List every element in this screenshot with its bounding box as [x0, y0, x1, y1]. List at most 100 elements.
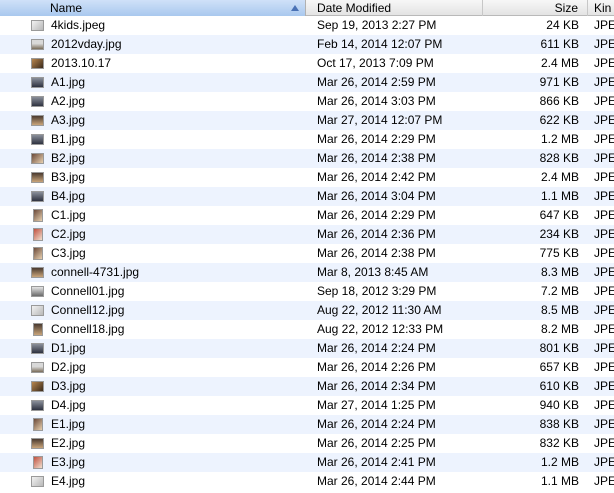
file-kind: JPE	[594, 18, 614, 32]
file-name: A3.jpg	[51, 113, 86, 127]
file-date-modified: Mar 26, 2014 2:29 PM	[317, 208, 436, 222]
file-kind: JPE	[594, 398, 614, 412]
file-list: 4kids.jpeg Sep 19, 2013 2:27 PM 24 KB JPE 20…	[0, 16, 614, 491]
image-thumbnail-icon	[31, 286, 44, 297]
file-date-modified: Mar 26, 2014 2:34 PM	[317, 379, 436, 393]
image-thumbnail-icon	[33, 228, 43, 241]
file-size: 2.4 MB	[540, 56, 579, 70]
file-row[interactable]: C1.jpg Mar 26, 2014 2:29 PM 647 KB JPE	[0, 206, 614, 225]
file-row[interactable]: E1.jpg Mar 26, 2014 2:24 PM 838 KB JPE	[0, 415, 614, 434]
file-row[interactable]: B4.jpg Mar 26, 2014 3:04 PM 1.1 MB JPE	[0, 187, 614, 206]
file-row[interactable]: Connell18.jpg Aug 22, 2012 12:33 PM 8.2 MB…	[0, 320, 614, 339]
file-name: B2.jpg	[51, 151, 86, 165]
file-row[interactable]: connell-4731.jpg Mar 8, 2013 8:45 AM 8.3 M…	[0, 263, 614, 282]
image-thumbnail-icon	[31, 267, 44, 278]
file-kind: JPE	[594, 208, 614, 222]
file-kind: JPE	[594, 265, 614, 279]
file-date-modified: Mar 26, 2014 2:44 PM	[317, 474, 436, 488]
file-row[interactable]: 4kids.jpeg Sep 19, 2013 2:27 PM 24 KB JPE	[0, 16, 614, 35]
image-thumbnail-icon	[31, 153, 44, 164]
column-header-size-label: Size	[554, 1, 578, 15]
file-size: 1.2 MB	[540, 455, 579, 469]
file-size: 801 KB	[539, 341, 579, 355]
image-thumbnail-icon	[31, 20, 44, 31]
file-name: D3.jpg	[51, 379, 86, 393]
file-name: 2012vday.jpg	[51, 37, 122, 51]
file-date-modified: Mar 26, 2014 2:41 PM	[317, 455, 436, 469]
file-row[interactable]: E4.jpg Mar 26, 2014 2:44 PM 1.1 MB JPE	[0, 472, 614, 491]
column-header-kind[interactable]: Kin	[588, 0, 614, 16]
file-row[interactable]: D4.jpg Mar 27, 2014 1:25 PM 940 KB JPE	[0, 396, 614, 415]
file-size: 828 KB	[539, 151, 579, 165]
column-header-size[interactable]: Size	[483, 0, 588, 16]
file-row[interactable]: 2013.10.17 Oct 17, 2013 7:09 PM 2.4 MB JPE	[0, 54, 614, 73]
file-kind: JPE	[594, 189, 614, 203]
file-date-modified: Mar 8, 2013 8:45 AM	[317, 265, 429, 279]
file-row[interactable]: D2.jpg Mar 26, 2014 2:26 PM 657 KB JPE	[0, 358, 614, 377]
file-row[interactable]: A1.jpg Mar 26, 2014 2:59 PM 971 KB JPE	[0, 73, 614, 92]
image-thumbnail-icon	[33, 418, 43, 431]
file-row[interactable]: B3.jpg Mar 26, 2014 2:42 PM 2.4 MB JPE	[0, 168, 614, 187]
image-thumbnail-icon	[31, 305, 44, 316]
file-size: 832 KB	[539, 436, 579, 450]
file-size: 8.2 MB	[540, 322, 579, 336]
file-size: 940 KB	[539, 398, 579, 412]
file-name: D1.jpg	[51, 341, 86, 355]
file-row[interactable]: Connell12.jpg Aug 22, 2012 11:30 AM 8.5 MB…	[0, 301, 614, 320]
file-kind: JPE	[594, 246, 614, 260]
file-size: 1.1 MB	[540, 189, 579, 203]
file-date-modified: Mar 26, 2014 2:42 PM	[317, 170, 436, 184]
file-date-modified: Sep 19, 2013 2:27 PM	[317, 18, 437, 32]
file-date-modified: Mar 26, 2014 2:25 PM	[317, 436, 436, 450]
file-name: B1.jpg	[51, 132, 86, 146]
file-kind: JPE	[594, 474, 614, 488]
file-date-modified: Oct 17, 2013 7:09 PM	[317, 56, 434, 70]
file-name: E1.jpg	[51, 417, 86, 431]
file-row[interactable]: C2.jpg Mar 26, 2014 2:36 PM 234 KB JPE	[0, 225, 614, 244]
file-name: Connell18.jpg	[51, 322, 125, 336]
file-row[interactable]: C3.jpg Mar 26, 2014 2:38 PM 775 KB JPE	[0, 244, 614, 263]
image-thumbnail-icon	[31, 400, 44, 411]
file-name: B4.jpg	[51, 189, 86, 203]
file-kind: JPE	[594, 417, 614, 431]
file-date-modified: Aug 22, 2012 12:33 PM	[317, 322, 444, 336]
image-thumbnail-icon	[31, 77, 44, 88]
file-size: 622 KB	[539, 113, 579, 127]
file-row[interactable]: A2.jpg Mar 26, 2014 3:03 PM 866 KB JPE	[0, 92, 614, 111]
file-row[interactable]: B1.jpg Mar 26, 2014 2:29 PM 1.2 MB JPE	[0, 130, 614, 149]
file-date-modified: Mar 26, 2014 2:24 PM	[317, 341, 436, 355]
file-date-modified: Mar 26, 2014 2:36 PM	[317, 227, 436, 241]
file-row[interactable]: E3.jpg Mar 26, 2014 2:41 PM 1.2 MB JPE	[0, 453, 614, 472]
column-header-date-label: Date Modified	[317, 1, 392, 15]
file-kind: JPE	[594, 360, 614, 374]
file-row[interactable]: B2.jpg Mar 26, 2014 2:38 PM 828 KB JPE	[0, 149, 614, 168]
file-date-modified: Mar 26, 2014 3:04 PM	[317, 189, 436, 203]
file-name: connell-4731.jpg	[51, 265, 140, 279]
file-name: B3.jpg	[51, 170, 86, 184]
file-row[interactable]: 2012vday.jpg Feb 14, 2014 12:07 PM 611 KB J…	[0, 35, 614, 54]
image-thumbnail-icon	[31, 191, 44, 202]
image-thumbnail-icon	[33, 209, 43, 222]
column-header-name-label: Name	[50, 1, 83, 15]
image-thumbnail-icon	[31, 438, 44, 449]
file-row[interactable]: D1.jpg Mar 26, 2014 2:24 PM 801 KB JPE	[0, 339, 614, 358]
file-size: 647 KB	[539, 208, 579, 222]
file-row[interactable]: A3.jpg Mar 27, 2014 12:07 PM 622 KB JPE	[0, 111, 614, 130]
column-header-date-modified[interactable]: Date Modified	[306, 0, 483, 16]
file-name: C3.jpg	[51, 246, 86, 260]
column-header-name[interactable]: Name	[0, 0, 306, 16]
column-header-bar: Name Date Modified Size Kin	[0, 0, 614, 16]
file-size: 7.2 MB	[540, 284, 579, 298]
image-thumbnail-icon	[31, 134, 44, 145]
image-thumbnail-icon	[31, 39, 44, 50]
image-thumbnail-icon	[33, 247, 43, 260]
file-row[interactable]: Connell01.jpg Sep 18, 2012 3:29 PM 7.2 MB J…	[0, 282, 614, 301]
file-name: E2.jpg	[51, 436, 86, 450]
file-row[interactable]: D3.jpg Mar 26, 2014 2:34 PM 610 KB JPE	[0, 377, 614, 396]
file-date-modified: Mar 26, 2014 2:38 PM	[317, 246, 436, 260]
file-row[interactable]: E2.jpg Mar 26, 2014 2:25 PM 832 KB JPE	[0, 434, 614, 453]
file-size: 1.2 MB	[540, 132, 579, 146]
image-thumbnail-icon	[31, 96, 44, 107]
file-date-modified: Mar 26, 2014 2:24 PM	[317, 417, 436, 431]
image-thumbnail-icon	[31, 58, 44, 69]
